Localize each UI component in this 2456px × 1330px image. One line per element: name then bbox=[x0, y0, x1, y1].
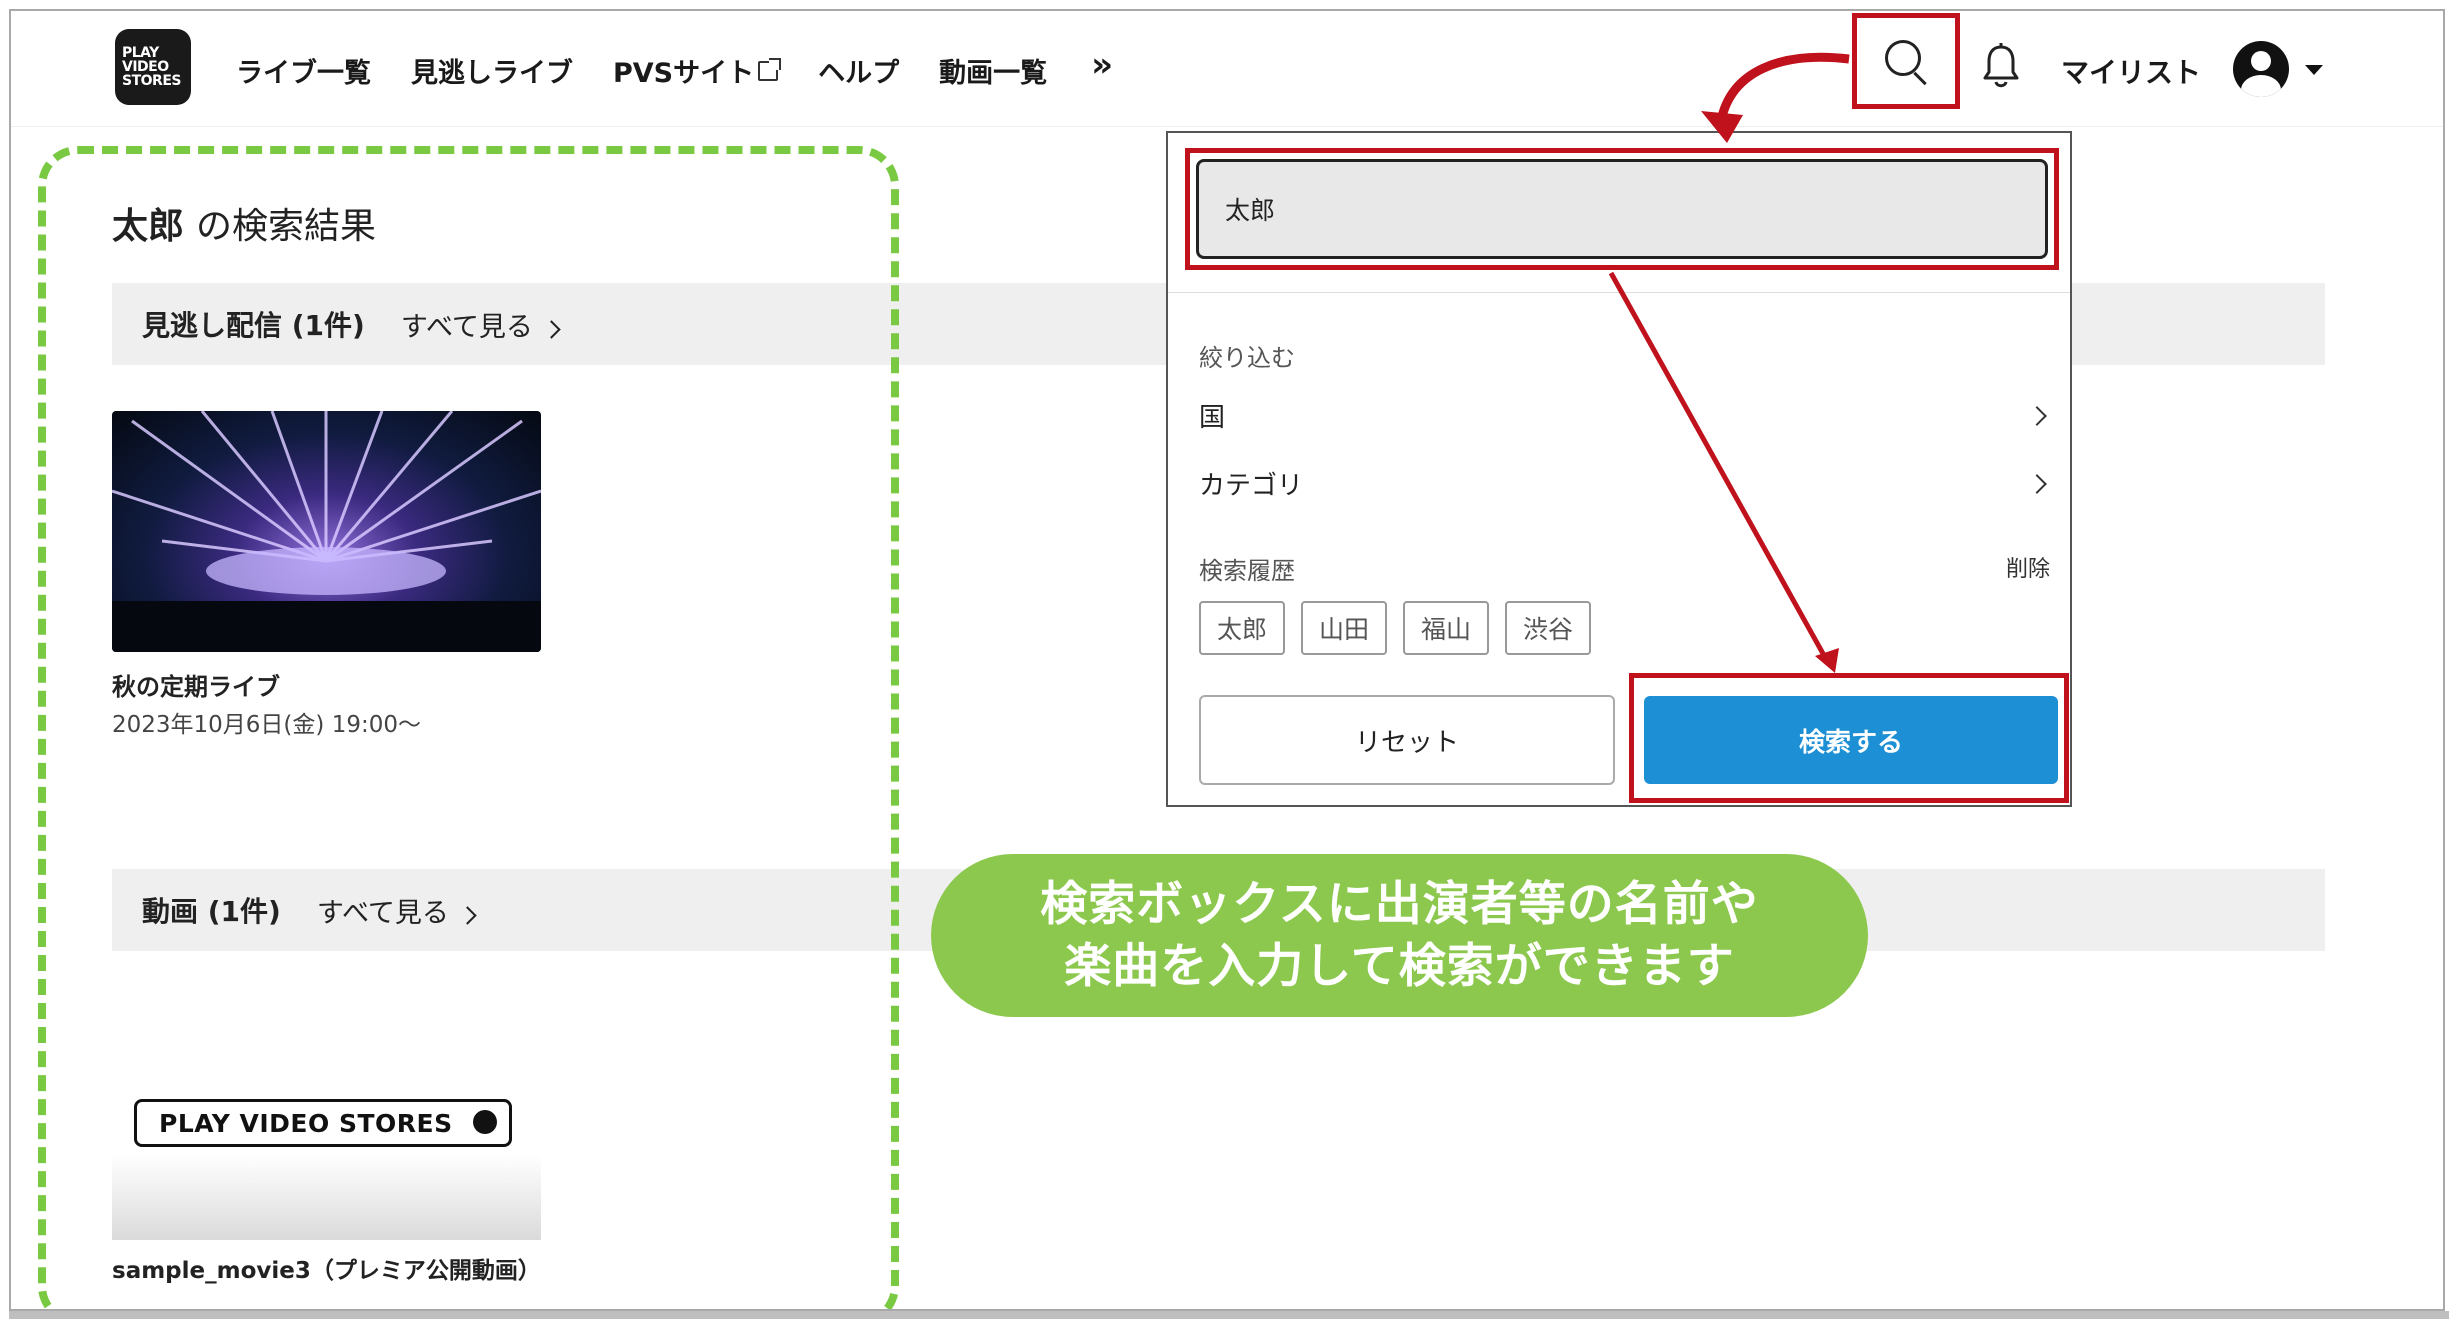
curved-arrow bbox=[1716, 52, 1850, 123]
straight-arrow bbox=[1608, 271, 1829, 661]
frame-shadow bbox=[9, 1311, 2449, 1319]
app-frame: PLAY VIDEO STORES ライブ一覧 見逃しライブ PVSサイト ヘル… bbox=[9, 9, 2445, 1311]
results-highlight bbox=[38, 146, 899, 1309]
arrow-head bbox=[1701, 111, 1743, 143]
arrow-head bbox=[1815, 648, 1839, 673]
